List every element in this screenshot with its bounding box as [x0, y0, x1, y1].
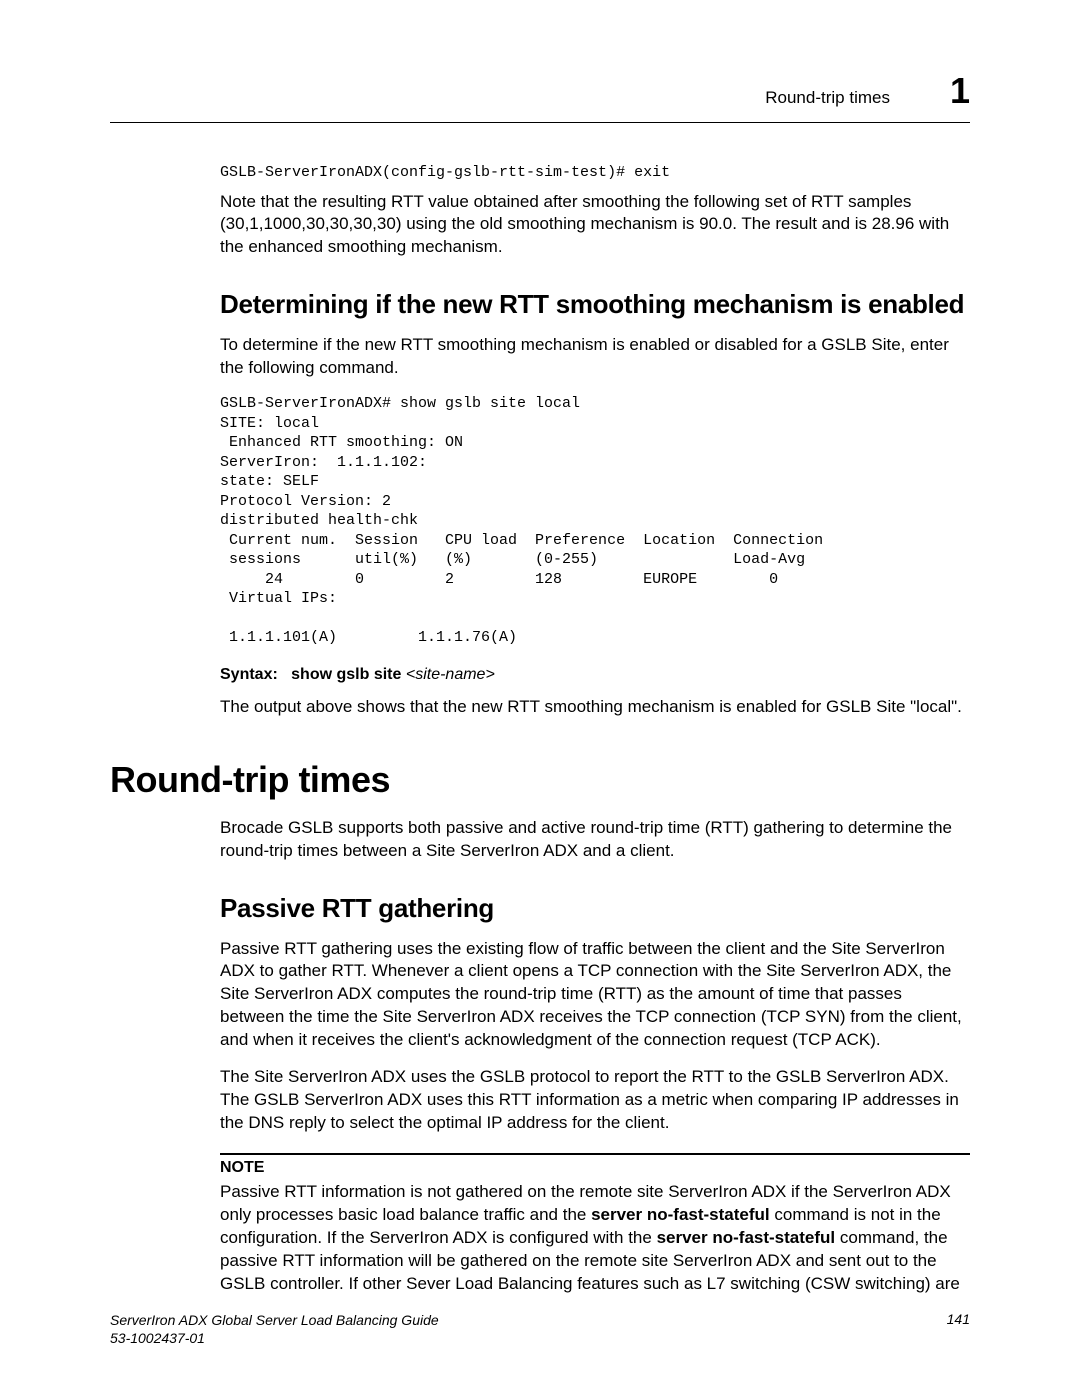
syntax-argument: <site-name> [406, 666, 495, 683]
page-footer: ServerIron ADX Global Server Load Balanc… [110, 1311, 970, 1347]
header-section-title: Round-trip times [765, 88, 890, 108]
note-paragraph: Passive RTT information is not gathered … [220, 1181, 970, 1296]
main-content: GSLB-ServerIronADX(config-gslb-rtt-sim-t… [220, 163, 970, 1296]
page: Round-trip times 1 GSLB-ServerIronADX(co… [0, 0, 1080, 1397]
header-chapter-number: 1 [950, 70, 970, 112]
paragraph-passive-2: The Site ServerIron ADX uses the GSLB pr… [220, 1066, 970, 1135]
syntax-line: Syntax: show gslb site <site-name> [220, 666, 970, 684]
paragraph-rtt-intro: Brocade GSLB supports both passive and a… [220, 817, 970, 863]
paragraph-passive-1: Passive RTT gathering uses the existing … [220, 938, 970, 1053]
note-label: NOTE [220, 1159, 970, 1177]
note-cmd-1: server no-fast-stateful [591, 1205, 770, 1224]
footer-book-title: ServerIron ADX Global Server Load Balanc… [110, 1311, 439, 1329]
paragraph-output-explain: The output above shows that the new RTT … [220, 696, 970, 719]
heading-passive-rtt: Passive RTT gathering [220, 893, 970, 924]
header-rule [110, 122, 970, 123]
code-exit-command: GSLB-ServerIronADX(config-gslb-rtt-sim-t… [220, 163, 970, 183]
heading-determining-rtt: Determining if the new RTT smoothing mec… [220, 289, 970, 320]
footer-page-number: 141 [947, 1311, 970, 1347]
syntax-label: Syntax: [220, 666, 278, 683]
footer-doc-number: 53-1002437-01 [110, 1329, 439, 1347]
footer-left: ServerIron ADX Global Server Load Balanc… [110, 1311, 439, 1347]
paragraph-determining-intro: To determine if the new RTT smoothing me… [220, 334, 970, 380]
syntax-command: show gslb site [291, 666, 401, 683]
note-rule [220, 1153, 970, 1155]
code-show-gslb-output: GSLB-ServerIronADX# show gslb site local… [220, 394, 970, 648]
note-cmd-2: server no-fast-stateful [657, 1228, 836, 1247]
paragraph-smoothing-result: Note that the resulting RTT value obtain… [220, 191, 970, 260]
heading-round-trip-times: Round-trip times [110, 759, 970, 801]
page-header: Round-trip times 1 [110, 70, 970, 112]
